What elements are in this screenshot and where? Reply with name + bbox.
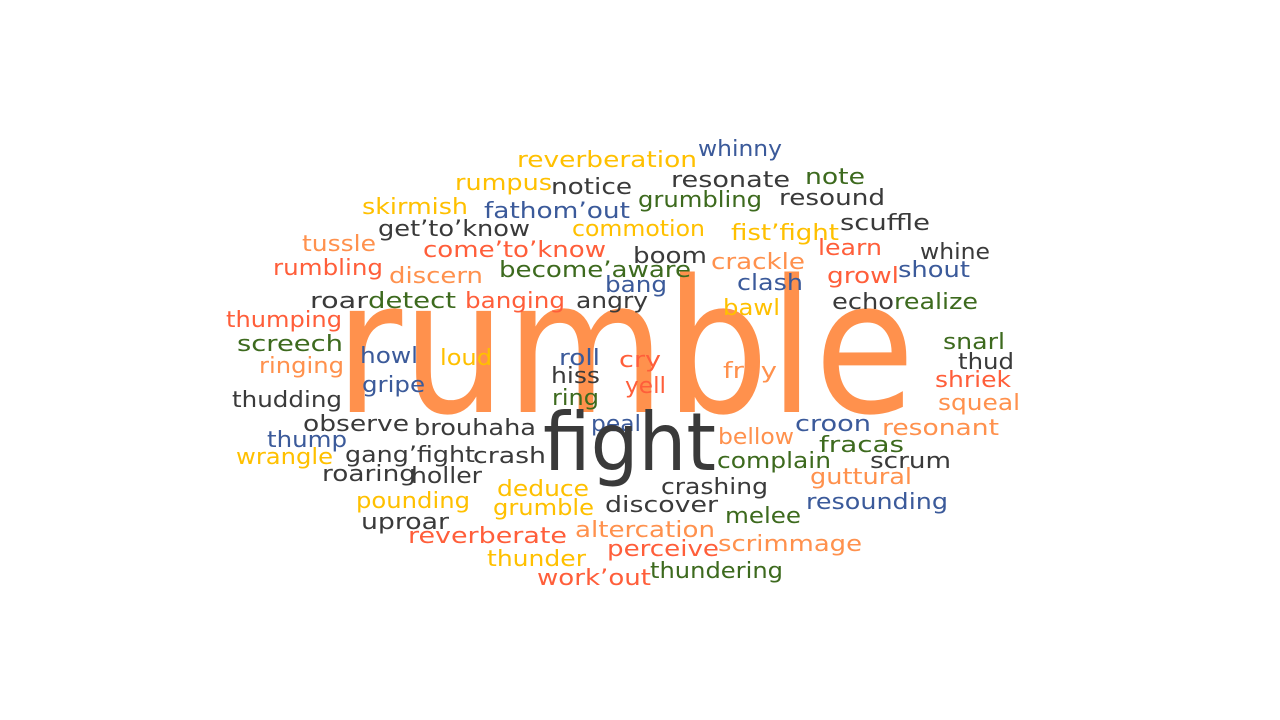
- word-rumbling: rumbling: [273, 256, 383, 281]
- word-ringing: ringing: [259, 354, 344, 379]
- word-shout: shout: [898, 258, 970, 283]
- word-shriek: shriek: [935, 368, 1011, 393]
- word-gripe: gripe: [362, 373, 425, 398]
- secondary-word-fight: fight: [543, 396, 716, 489]
- word-reverberate: reverberate: [408, 524, 567, 549]
- word-wrangle: wrangle: [236, 445, 333, 470]
- word-rumpus: rumpus: [455, 171, 552, 196]
- word-scuffle: scuffle: [840, 211, 930, 236]
- word-thumping: thumping: [226, 308, 342, 333]
- word-cloud-canvas: rumble reverberation whinnyrumpus notice re…: [226, 137, 1020, 591]
- word-brouhaha: brouhaha: [414, 416, 536, 441]
- word-whinny: whinny: [698, 137, 782, 162]
- word-cloud: rumble reverberation whinny rumpus notice re…: [0, 0, 1280, 720]
- word-detect: detect: [368, 289, 456, 314]
- word-grumbling: grumbling: [638, 188, 762, 213]
- word-resound: resound: [779, 186, 885, 211]
- word-holler: holler: [411, 464, 483, 489]
- word-squeal: squeal: [938, 391, 1020, 416]
- word-bellow: bellow: [718, 425, 794, 450]
- word-growl: growl: [827, 264, 899, 289]
- word-realize: realize: [894, 290, 978, 315]
- word-cry: cry: [619, 348, 661, 373]
- word-melee: melee: [725, 504, 801, 529]
- word-learn: learn: [818, 236, 882, 261]
- word-thudding: thudding: [232, 388, 342, 413]
- word-bawl: bawl: [723, 296, 780, 321]
- word-resounding: resounding: [806, 490, 948, 515]
- word-fray: fray: [723, 359, 777, 384]
- word-crash: crash: [473, 444, 546, 469]
- word-echo: echo: [832, 290, 894, 315]
- word-loud: loud: [440, 346, 492, 371]
- word-howl: howl: [360, 344, 418, 369]
- word-thundering: thundering: [650, 559, 783, 584]
- word-banging: banging: [465, 289, 565, 314]
- word-tussle: tussle: [302, 232, 376, 257]
- word-roaring: roaring: [322, 462, 416, 487]
- word-reverberation: reverberation: [517, 148, 697, 173]
- word-scrimmage: scrimmage: [718, 532, 862, 557]
- word-guttural: guttural: [810, 465, 912, 490]
- word-work-out: work’out: [537, 566, 651, 591]
- word-discover: discover: [605, 493, 719, 518]
- word-notice: notice: [551, 175, 632, 200]
- word-discern: discern: [389, 264, 483, 289]
- word-angry: angry: [576, 289, 648, 314]
- word-clash: clash: [737, 271, 803, 296]
